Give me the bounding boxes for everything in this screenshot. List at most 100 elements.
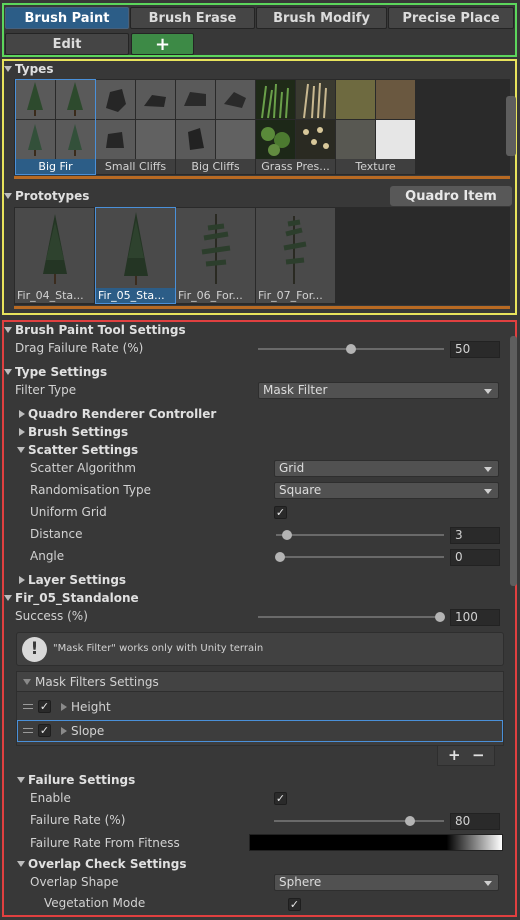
success-field[interactable]: 100 [450, 609, 500, 626]
tab-precise-place[interactable]: Precise Place [388, 7, 514, 29]
fir-prefab-icon [124, 212, 148, 285]
failure-rate-field[interactable]: 80 [450, 813, 500, 830]
type-thumbnails [96, 80, 175, 159]
settings-scrollbar[interactable] [510, 336, 517, 586]
slider-knob[interactable] [346, 344, 356, 354]
rock-thumb-icon [136, 80, 175, 119]
prototype-fir-06[interactable]: Fir_06_For... [176, 208, 255, 303]
prototypes-resize-handle[interactable] [14, 306, 510, 309]
types-resize-handle[interactable] [14, 176, 510, 179]
failure-settings-foldout[interactable]: Failure Settings [17, 773, 135, 787]
prototype-fir-05[interactable]: Fir_05_Sta... [95, 207, 176, 304]
angle-field[interactable]: 0 [450, 549, 500, 566]
drag-failure-slider[interactable] [258, 343, 444, 355]
type-grass-presets[interactable]: Grass Pres... [256, 80, 335, 174]
scatter-algorithm-dropdown[interactable]: Grid [274, 460, 499, 477]
help-message: "Mask Filter" works only with Unity terr… [53, 643, 264, 654]
dropdown-arrow-icon [484, 467, 492, 472]
distance-field[interactable]: 3 [450, 527, 500, 544]
remove-mask-button[interactable]: − [472, 746, 485, 764]
texture-thumb-icon [336, 120, 375, 159]
overlap-check-foldout[interactable]: Overlap Check Settings [17, 857, 186, 871]
mask-item-slope[interactable]: ✓ Slope [17, 720, 503, 742]
tab-brush-paint[interactable]: Brush Paint [5, 7, 129, 29]
types-scrollbar[interactable] [506, 96, 516, 156]
success-label: Success (%) [15, 609, 88, 623]
mask-item-checkbox[interactable]: ✓ [38, 700, 51, 713]
slider-knob[interactable] [275, 552, 285, 562]
enable-checkbox[interactable]: ✓ [274, 792, 287, 805]
quadro-renderer-foldout[interactable]: Quadro Renderer Controller [19, 407, 216, 421]
distance-slider[interactable] [276, 529, 444, 541]
uniform-grid-checkbox[interactable]: ✓ [274, 506, 287, 519]
prototype-label: Fir_07_For... [258, 289, 323, 302]
layer-settings-foldout[interactable]: Layer Settings [19, 573, 126, 587]
scatter-settings-label: Scatter Settings [28, 443, 139, 457]
fir-prefab-icon [201, 214, 231, 284]
type-small-cliffs[interactable]: Small Cliffs [96, 80, 175, 174]
prototype-fir-04[interactable]: Fir_04_Sta... [15, 208, 94, 303]
quadro-item-button[interactable]: Quadro Item [390, 186, 512, 206]
slider-knob[interactable] [405, 816, 415, 826]
filter-type-dropdown[interactable]: Mask Filter [258, 382, 499, 399]
slider-knob[interactable] [435, 612, 445, 622]
vegetation-mode-checkbox[interactable]: ✓ [288, 898, 301, 911]
chevron-right-icon [61, 703, 67, 711]
chevron-down-icon [4, 595, 12, 601]
tab-brush-erase[interactable]: Brush Erase [130, 7, 255, 29]
mask-item-height[interactable]: ✓ Height [17, 696, 503, 718]
drag-handle-icon[interactable] [23, 704, 33, 709]
chevron-down-icon [17, 777, 25, 783]
prototype-label: Fir_06_For... [178, 289, 243, 302]
rock-thumb-icon [216, 80, 255, 119]
overlap-shape-label: Overlap Shape [30, 875, 119, 889]
mask-item-label: Slope [71, 724, 105, 738]
prototype-settings-foldout[interactable]: Fir_05_Standalone [4, 591, 139, 605]
scatter-algorithm-label: Scatter Algorithm [30, 461, 136, 475]
type-settings-foldout[interactable]: Type Settings [4, 365, 107, 379]
types-foldout[interactable]: Types [4, 62, 53, 76]
type-label: Grass Pres... [261, 160, 330, 173]
mask-item-checkbox[interactable]: ✓ [38, 724, 51, 737]
dropdown-arrow-icon [484, 881, 492, 886]
slider-knob[interactable] [282, 530, 292, 540]
prototype-fir-07[interactable]: Fir_07_For... [256, 208, 335, 303]
failure-fitness-label: Failure Rate From Fitness [30, 836, 180, 850]
randomisation-dropdown[interactable]: Square [274, 482, 499, 499]
drag-handle-icon[interactable] [23, 728, 33, 733]
failure-rate-slider[interactable] [274, 815, 444, 827]
rock-thumb-icon [96, 80, 135, 119]
uniform-grid-label: Uniform Grid [30, 505, 107, 519]
mask-filters-title: Mask Filters Settings [35, 675, 159, 689]
quadro-renderer-label: Quadro Renderer Controller [28, 407, 217, 421]
brush-settings-foldout[interactable]: Brush Settings [19, 425, 128, 439]
prototypes-foldout[interactable]: Prototypes [4, 189, 89, 203]
type-label: Small Cliffs [104, 160, 167, 173]
type-big-cliffs[interactable]: Big Cliffs [176, 80, 255, 174]
empty-thumb [136, 120, 175, 159]
type-texture[interactable]: Texture [336, 80, 415, 174]
add-mask-button[interactable]: + [448, 746, 461, 764]
drag-failure-field[interactable]: 50 [450, 341, 500, 358]
overlap-shape-dropdown[interactable]: Sphere [274, 874, 499, 891]
brush-paint-settings-foldout[interactable]: Brush Paint Tool Settings [4, 323, 186, 337]
add-tool-button[interactable]: + [131, 33, 194, 55]
randomisation-label: Randomisation Type [30, 483, 151, 497]
type-thumbnails [336, 80, 415, 159]
success-slider[interactable] [258, 611, 445, 623]
angle-slider[interactable] [275, 551, 444, 563]
dropdown-arrow-icon [484, 489, 492, 494]
filter-type-label: Filter Type [15, 383, 77, 397]
tab-edit[interactable]: Edit [5, 33, 129, 55]
rock-thumb-icon [176, 120, 215, 159]
layer-settings-label: Layer Settings [28, 573, 127, 587]
mask-filters-header[interactable]: Mask Filters Settings [17, 672, 503, 692]
type-label: Texture [355, 160, 396, 173]
type-big-fir[interactable]: Big Fir [15, 79, 96, 175]
tab-brush-modify[interactable]: Brush Modify [256, 7, 387, 29]
scatter-settings-foldout[interactable]: Scatter Settings [17, 443, 138, 457]
fir-prefab-icon [283, 216, 307, 284]
failure-fitness-gradient[interactable] [249, 834, 503, 851]
drag-failure-label: Drag Failure Rate (%) [15, 341, 144, 355]
texture-thumb-icon [376, 120, 415, 159]
